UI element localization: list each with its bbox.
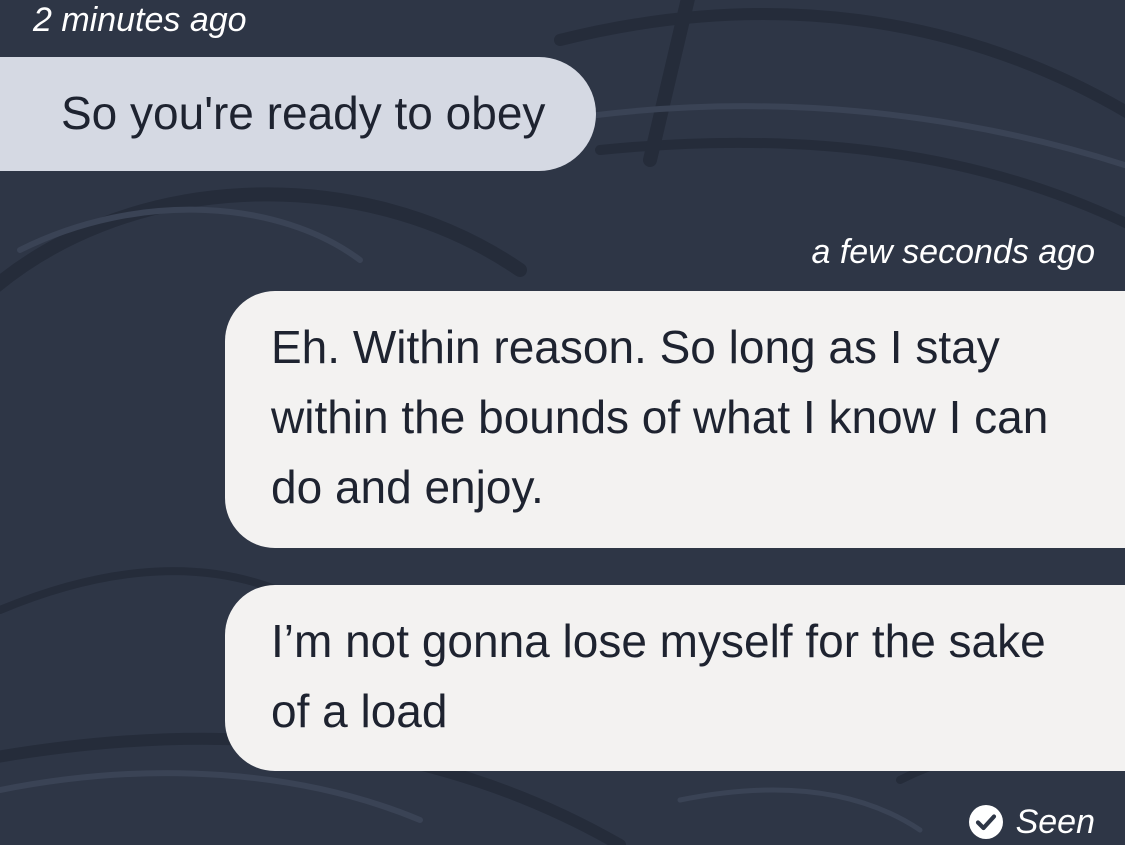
- read-receipt: Seen: [968, 800, 1095, 844]
- read-receipt-label: Seen: [1015, 802, 1095, 841]
- incoming-message-bubble[interactable]: So you're ready to obey: [0, 57, 596, 171]
- outgoing-message-bubble-1[interactable]: Eh. Within reason. So long as I stay wit…: [225, 291, 1125, 548]
- check-circle-icon: [968, 805, 1003, 839]
- outgoing-message-text-2: I’m not gonna lose myself for the sake o…: [271, 615, 1046, 737]
- incoming-message-text: So you're ready to obey: [61, 87, 546, 139]
- incoming-timestamp: 2 minutes ago: [33, 1, 247, 39]
- outgoing-message-text-1: Eh. Within reason. So long as I stay wit…: [271, 321, 1049, 513]
- outgoing-message-bubble-2[interactable]: I’m not gonna lose myself for the sake o…: [225, 585, 1125, 771]
- outgoing-timestamp: a few seconds ago: [811, 233, 1095, 271]
